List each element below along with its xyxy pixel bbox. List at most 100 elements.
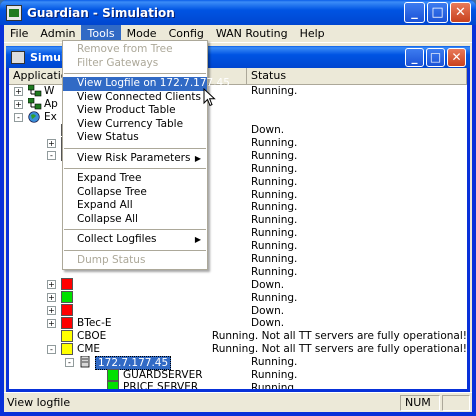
tree-node-label: GUARDSERVER bbox=[123, 368, 203, 381]
tree-row-application: - 172.7.177.45 bbox=[9, 355, 247, 370]
menu-separator bbox=[64, 147, 206, 149]
tools-menu-item-view-currency-table[interactable]: View Currency Table bbox=[63, 118, 207, 132]
submenu-arrow-icon: ▶ bbox=[194, 153, 201, 163]
tools-menu-item-label: View Status bbox=[77, 131, 139, 143]
tree-row-status: Running. bbox=[251, 162, 298, 175]
expand-icon[interactable]: + bbox=[47, 280, 56, 290]
menu-separator bbox=[64, 229, 206, 230]
network-icon bbox=[27, 97, 42, 110]
collapse-icon[interactable]: - bbox=[47, 151, 56, 161]
window-title: Guardian - Simulation bbox=[27, 5, 175, 20]
expand-icon[interactable]: + bbox=[14, 99, 23, 109]
tools-menu-item-remove-from-tree[interactable]: Remove from Tree bbox=[63, 43, 207, 57]
tree-row-status: Running. bbox=[251, 227, 298, 240]
tools-menu-item-label: View Product Table bbox=[77, 104, 176, 116]
tools-menu-item-collect-logfiles[interactable]: Collect Logfiles ▶ bbox=[63, 233, 207, 247]
tree-row-status: Running. bbox=[251, 291, 298, 304]
tree-row-application: + bbox=[9, 278, 247, 291]
status-square-icon bbox=[61, 329, 73, 342]
tools-menu-item-label: View Connected Clients bbox=[77, 90, 202, 103]
tools-menu-item-view-status[interactable]: View Status bbox=[63, 131, 207, 145]
collapse-icon[interactable]: - bbox=[14, 112, 23, 122]
menu-help[interactable]: Help bbox=[294, 25, 331, 42]
tree-row[interactable]: PRICE SERVER Running. bbox=[9, 381, 467, 389]
mouse-cursor-icon bbox=[203, 88, 216, 107]
network-icon bbox=[27, 84, 42, 97]
status-square-icon bbox=[61, 278, 73, 291]
child-window-icon bbox=[11, 50, 25, 64]
tree-row-status: Running. bbox=[251, 85, 298, 98]
tools-menu-item-label: Filter Gateways bbox=[77, 56, 159, 69]
tools-menu-item-view-product-table[interactable]: View Product Table bbox=[63, 104, 207, 118]
tree-node-label: Ap bbox=[44, 97, 58, 110]
tree-node-label: PRICE SERVER bbox=[123, 381, 199, 389]
tree-row-status: Down. bbox=[251, 304, 285, 317]
close-button[interactable]: ✕ bbox=[450, 2, 471, 23]
tools-menu-item-dump-status[interactable]: Dump Status bbox=[63, 254, 207, 268]
globe-icon bbox=[28, 111, 40, 123]
tools-menu-item-view-connected-clients[interactable]: View Connected Clients bbox=[63, 91, 207, 105]
collapse-icon[interactable]: - bbox=[65, 357, 74, 367]
tree-row-status: Running. Not all TT servers are fully op… bbox=[211, 330, 467, 343]
tools-menu-item-expand-tree[interactable]: Expand Tree bbox=[63, 172, 207, 186]
tools-menu-item-label: Dump Status bbox=[77, 253, 146, 266]
tree-row[interactable]: + Running. bbox=[9, 291, 467, 304]
expand-icon[interactable]: + bbox=[14, 87, 23, 96]
tree-row[interactable]: CBOE Running. Not all TT servers are full… bbox=[9, 329, 467, 343]
menu-file[interactable]: File bbox=[4, 25, 34, 42]
status-square-icon bbox=[107, 368, 119, 381]
expand-icon[interactable]: + bbox=[47, 319, 56, 329]
tree-row-application: + bbox=[9, 291, 247, 304]
window-titlebar[interactable]: Guardian - Simulation _ □ ✕ bbox=[0, 0, 476, 25]
tools-menu-item-label: Collect Logfiles bbox=[77, 233, 157, 245]
tree-row-status: Running. bbox=[251, 240, 298, 253]
column-status[interactable]: Status bbox=[247, 68, 467, 84]
tree-row-application: CBOE bbox=[9, 329, 208, 343]
tree-row-application: - CME bbox=[9, 342, 208, 356]
tree-row-status: Running. bbox=[251, 188, 298, 201]
tree-row[interactable]: - 172.7.177.45 Running. bbox=[9, 355, 467, 370]
status-square-icon bbox=[61, 304, 73, 317]
tools-menu-item-label: Expand All bbox=[77, 199, 133, 211]
maximize-button[interactable]: □ bbox=[427, 2, 448, 23]
tree-row[interactable]: GUARDSERVER Running. bbox=[9, 368, 467, 382]
tools-menu-item-view-risk-parameters[interactable]: View Risk Parameters ▶ bbox=[63, 152, 207, 166]
tree-row[interactable]: + Down. bbox=[9, 304, 467, 317]
minimize-button[interactable]: _ bbox=[404, 2, 425, 23]
tree-row-application: GUARDSERVER bbox=[9, 368, 247, 382]
app-icon bbox=[6, 4, 22, 21]
expand-icon[interactable]: + bbox=[47, 138, 56, 148]
server-icon bbox=[79, 355, 91, 368]
tree-row-status: Running. bbox=[251, 253, 298, 266]
tools-menu-item-view-logfile-on-172-7-177-45[interactable]: View Logfile on 172.7.177.45 bbox=[63, 77, 230, 91]
tree-row-status: Running. bbox=[251, 214, 298, 227]
tree-row-status: Running. bbox=[251, 381, 298, 389]
tree-row[interactable]: - CME Running. Not all TT servers are full… bbox=[9, 342, 467, 356]
tree-row[interactable]: + BTec-E Down. bbox=[9, 317, 467, 330]
status-square-icon bbox=[61, 317, 73, 330]
tools-menu-item-filter-gateways[interactable]: Filter Gateways bbox=[63, 57, 207, 71]
menu-wan-routing[interactable]: WAN Routing bbox=[210, 25, 294, 42]
tree-row-status: Running. Not all TT servers are fully op… bbox=[211, 343, 467, 356]
tree-row-status: Running. bbox=[251, 137, 298, 149]
expand-icon[interactable]: + bbox=[47, 293, 56, 303]
tree-row-status: Running. bbox=[251, 356, 298, 369]
collapse-icon[interactable]: - bbox=[47, 344, 56, 354]
tools-menu-item-expand-all[interactable]: Expand All bbox=[63, 199, 207, 213]
child-minimize-button[interactable]: _ bbox=[405, 47, 424, 67]
status-cell-empty bbox=[442, 394, 470, 411]
status-square-icon bbox=[61, 342, 73, 355]
child-maximize-button[interactable]: □ bbox=[426, 47, 445, 67]
tree-row[interactable]: + Down. bbox=[9, 278, 467, 291]
tools-menu-item-collapse-tree[interactable]: Collapse Tree bbox=[63, 186, 207, 200]
tree-row-status: Running. bbox=[251, 201, 298, 214]
tree-row-application: PRICE SERVER bbox=[9, 381, 247, 389]
expand-icon[interactable]: + bbox=[47, 306, 56, 316]
tools-dropdown-menu: Remove from Tree Filter Gateways View Logf… bbox=[62, 40, 230, 270]
menu-separator bbox=[64, 168, 206, 169]
tools-menu-item-collapse-all[interactable]: Collapse All bbox=[63, 213, 207, 227]
status-text: View logfile bbox=[7, 396, 71, 409]
tree-row-status: Down. bbox=[251, 278, 285, 291]
tree-node-label: BTec-E bbox=[77, 317, 112, 330]
child-close-button[interactable]: ✕ bbox=[447, 47, 466, 67]
